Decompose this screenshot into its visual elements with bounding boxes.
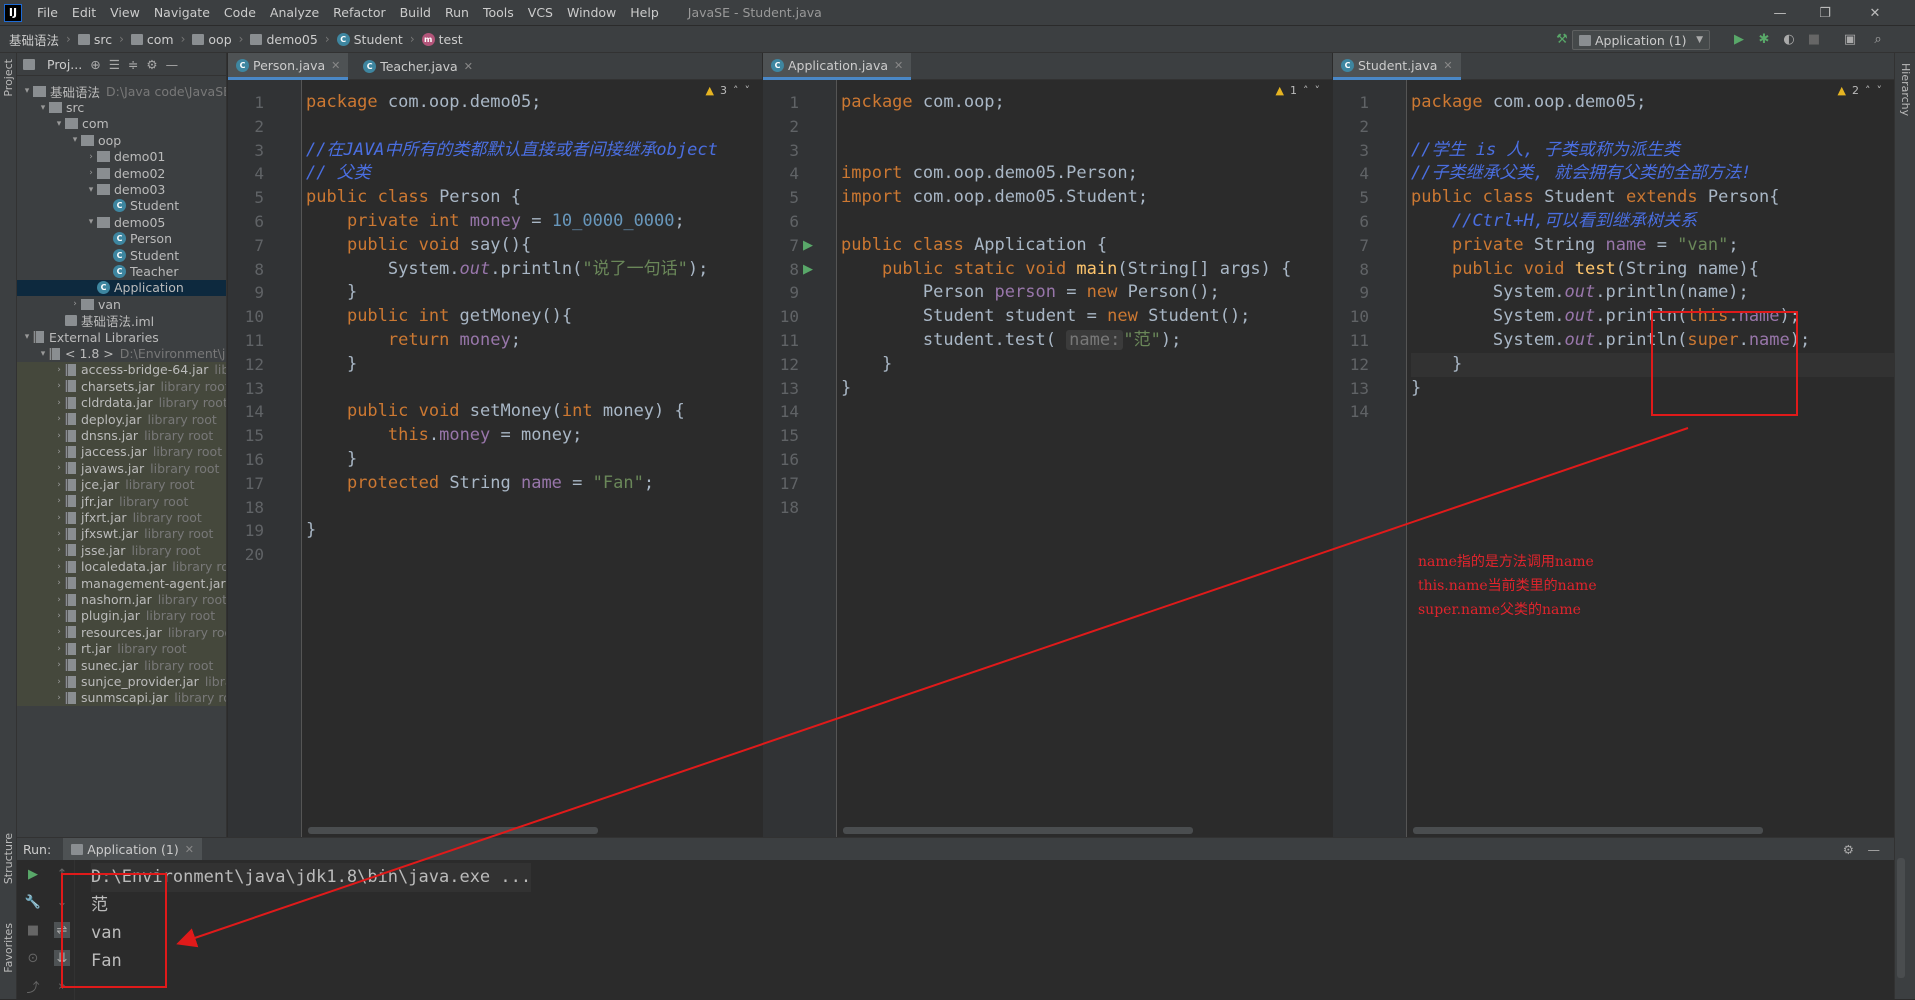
annotation-note-3: super.name父类的name	[1418, 602, 1581, 618]
annotation-note-2: this.name当前类里的name	[1418, 578, 1597, 594]
annotation-arrow	[176, 427, 1689, 948]
annotation-note-1: name指的是方法调用name	[1418, 554, 1594, 570]
